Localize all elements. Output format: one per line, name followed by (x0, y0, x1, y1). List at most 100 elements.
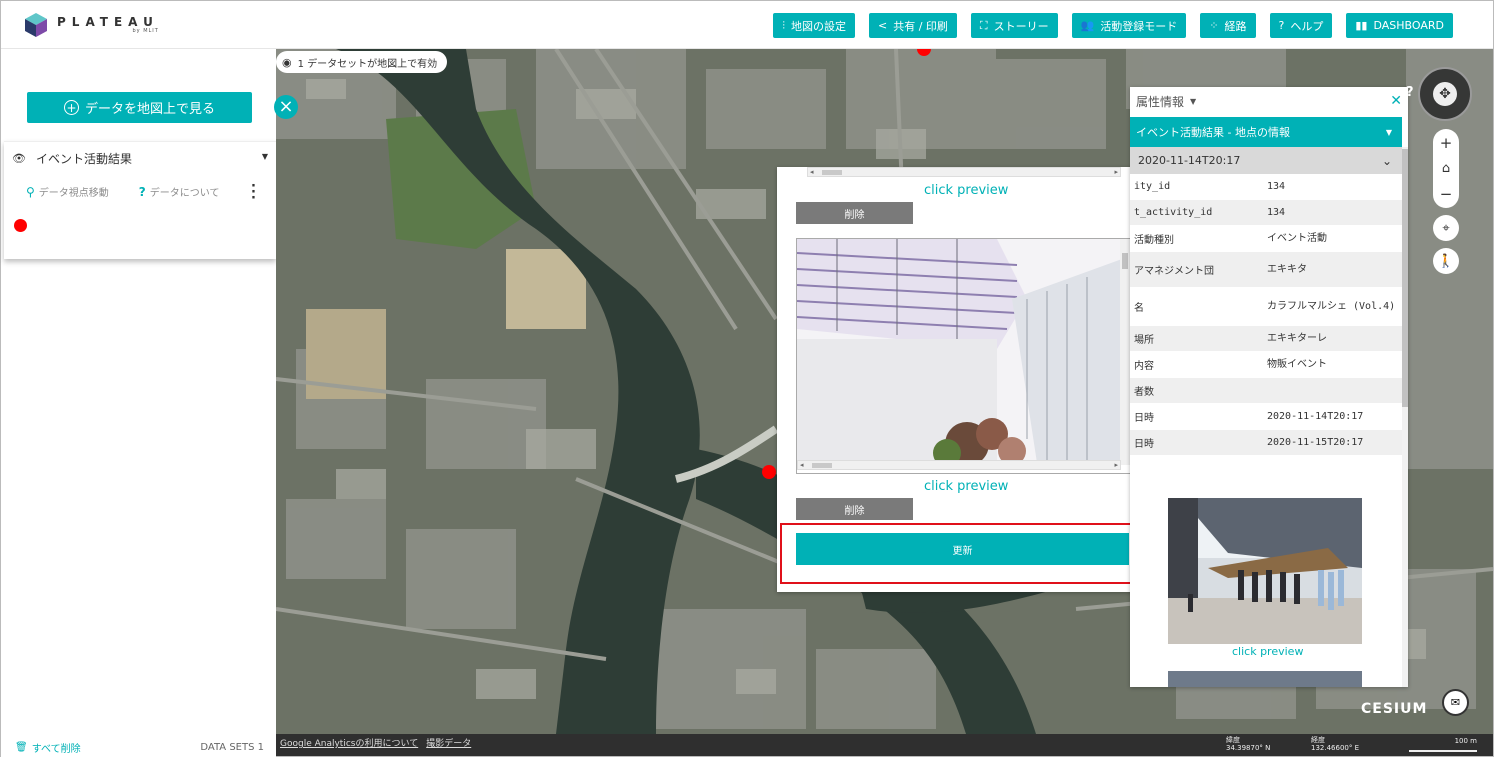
timestamp-header[interactable]: 2020-11-14T20:17 ⌄ (1130, 147, 1402, 174)
click-preview-link[interactable]: click preview (924, 479, 1008, 494)
about-data-button[interactable]: ? データについて (139, 184, 220, 199)
close-icon[interactable]: ✕ (1390, 93, 1402, 109)
feature-section-header[interactable]: イベント活動結果 - 地点の情報 ▼ (1130, 117, 1402, 147)
attribute-key: 名 (1134, 303, 1144, 314)
map-footer: Google Analyticsの利用について 撮影データ 緯度 34.3987… (276, 734, 1493, 756)
share-icon: < (877, 19, 888, 32)
attribute-value: 134 (1267, 206, 1286, 218)
logo-text: PLATEAU (57, 15, 159, 29)
kebab-menu-icon[interactable]: · · · (251, 180, 256, 205)
click-preview-link[interactable]: click preview (924, 183, 1008, 198)
zoom-out-icon[interactable]: − (1440, 185, 1453, 203)
scroll-thumb[interactable] (812, 463, 832, 468)
attribute-row: 名 カラフルマルシェ (Vol.4) (1130, 288, 1402, 326)
delete-all-button[interactable]: 🗑 すべて削除 (15, 740, 81, 755)
update-button-highlight (780, 523, 1140, 584)
nav-button-book[interactable]: ▮▮ DASHBOARD (1346, 13, 1453, 38)
attribute-value: 物販イベント (1267, 358, 1327, 370)
horizontal-scrollbar[interactable]: ◂ ▸ (797, 460, 1121, 470)
building-photo (797, 239, 1122, 467)
attribute-scrollbar[interactable] (1402, 147, 1408, 687)
scroll-right-icon[interactable]: ▸ (1114, 168, 1118, 176)
left-footer: 🗑 すべて削除 DATA SETS 1 (1, 737, 276, 757)
scroll-right-icon[interactable]: ▸ (1114, 461, 1118, 469)
zoom-in-icon[interactable]: + (1440, 134, 1453, 152)
compass-control[interactable]: ✥ (1418, 67, 1472, 121)
event-photo-2[interactable] (1168, 671, 1362, 687)
legend-marker-dot (14, 219, 27, 232)
event-photo-image (1168, 498, 1362, 644)
dataset-actions: ⚲ データ視点移動 ? データについて (26, 184, 219, 199)
attribute-row: 場所 エキキターレ (1130, 326, 1402, 352)
dataset-title: イベント活動結果 (35, 152, 132, 166)
eye-icon[interactable]: 👁 (12, 152, 26, 165)
caret-down-icon[interactable]: ▼ (1386, 128, 1392, 137)
scroll-thumb[interactable] (822, 170, 842, 175)
plateau-logo[interactable]: PLATEAU by MLIT (25, 13, 159, 37)
attribute-key: ity_id (1134, 181, 1171, 192)
close-panel-button[interactable]: × (274, 95, 298, 119)
horizontal-scrollbar[interactable]: ◂ ▸ (807, 167, 1121, 177)
latitude-label: 緯度 (1226, 736, 1240, 744)
attribute-row: 活動種別 イベント活動 (1130, 226, 1402, 252)
imagery-credit-link[interactable]: 撮影データ (426, 736, 471, 749)
click-preview-link[interactable]: click preview (1232, 645, 1303, 658)
nav-button-label: 経路 (1224, 19, 1247, 33)
help-icon: ? (1278, 19, 1285, 32)
image-preview[interactable] (796, 238, 1131, 474)
chat-icon[interactable]: ✉ (1442, 689, 1469, 716)
scroll-left-icon[interactable]: ◂ (800, 461, 804, 469)
nav-button-route[interactable]: ⁘ 経路 (1200, 13, 1256, 38)
crosshair-icon: ⌖ (1442, 220, 1450, 236)
view-data-on-map-button[interactable]: + データを地図上で見る (27, 92, 252, 123)
longitude-value: 132.46600° E (1311, 744, 1360, 752)
attribute-panel-header[interactable]: 属性情報 ▼ (1130, 87, 1408, 116)
attribute-key: アマネジメント団 (1134, 266, 1214, 277)
attribute-row: 日時 2020-11-15T20:17 (1130, 430, 1402, 456)
active-dataset-pill[interactable]: ◉ 1 データセットが地図上で有効 (276, 51, 448, 73)
attribute-value: エキキタ (1267, 263, 1307, 275)
nav-button-label: 地図の設定 (790, 19, 846, 33)
vertical-scrollbar[interactable] (1120, 239, 1130, 465)
close-icon: × (278, 96, 294, 117)
delete-all-label: すべて削除 (31, 744, 81, 755)
analytics-link[interactable]: Google Analyticsの利用について (280, 736, 418, 749)
pan-arrows-icon[interactable]: ✥ (1433, 82, 1457, 106)
datasets-count: DATA SETS 1 (200, 742, 264, 753)
pedestrian-icon: 🚶 (1437, 253, 1455, 269)
move-to-data-button[interactable]: ⚲ データ視点移動 (26, 184, 109, 199)
caret-down-icon[interactable]: ▼ (1190, 97, 1196, 106)
locate-button[interactable]: ⌖ (1433, 215, 1459, 241)
delete-image-button[interactable]: 削除 (796, 498, 913, 520)
attribute-row: アマネジメント団 エキキタ (1130, 252, 1402, 288)
attribute-key: 活動種別 (1134, 235, 1174, 246)
nav-button-users[interactable]: 👥 活動登録モード (1071, 13, 1187, 38)
left-panel: + データを地図上で見る 👁 イベント活動結果 ▼ ⚲ データ視点移動 ? データに… (1, 49, 276, 757)
attribute-value: カラフルマルシェ (Vol.4) (1267, 300, 1396, 312)
map-marker-dot[interactable] (762, 465, 776, 479)
event-photo[interactable] (1168, 498, 1362, 644)
dataset-header[interactable]: 👁 イベント活動結果 (12, 150, 132, 167)
attribute-row: 者数 (1130, 378, 1402, 404)
nav-button-story[interactable]: ⛶ ストーリー (970, 13, 1058, 38)
home-icon[interactable]: ⌂ (1442, 161, 1450, 176)
attribute-key: t_activity_id (1134, 207, 1213, 218)
longitude-readout: 経度 132.46600° E (1311, 736, 1359, 752)
cesium-logo[interactable]: CESIUM (1361, 701, 1427, 717)
delete-image-button[interactable]: 削除 (796, 202, 913, 224)
pedestrian-mode-button[interactable]: 🚶 (1433, 248, 1459, 274)
nav-button-help[interactable]: ? ヘルプ (1269, 13, 1333, 38)
nav-button-label: ストーリー (993, 19, 1049, 33)
attribute-key: 日時 (1134, 439, 1154, 450)
nav-button-share[interactable]: < 共有 / 印刷 (868, 13, 957, 38)
nav-button-label: DASHBOARD (1373, 19, 1444, 32)
help-question-icon[interactable]: ? (1406, 85, 1414, 100)
view-data-on-map-label: データを地図上で見る (84, 102, 215, 117)
chevron-down-icon[interactable]: ▼ (262, 152, 268, 161)
chevron-down-icon[interactable]: ⌄ (1382, 154, 1392, 168)
scroll-thumb[interactable] (1402, 149, 1408, 407)
latitude-readout: 緯度 34.39870° N (1226, 736, 1270, 752)
nav-button-settings-sliders[interactable]: ⫶ 地図の設定 (773, 13, 855, 38)
scroll-left-icon[interactable]: ◂ (810, 168, 814, 176)
scroll-thumb[interactable] (1122, 253, 1128, 269)
